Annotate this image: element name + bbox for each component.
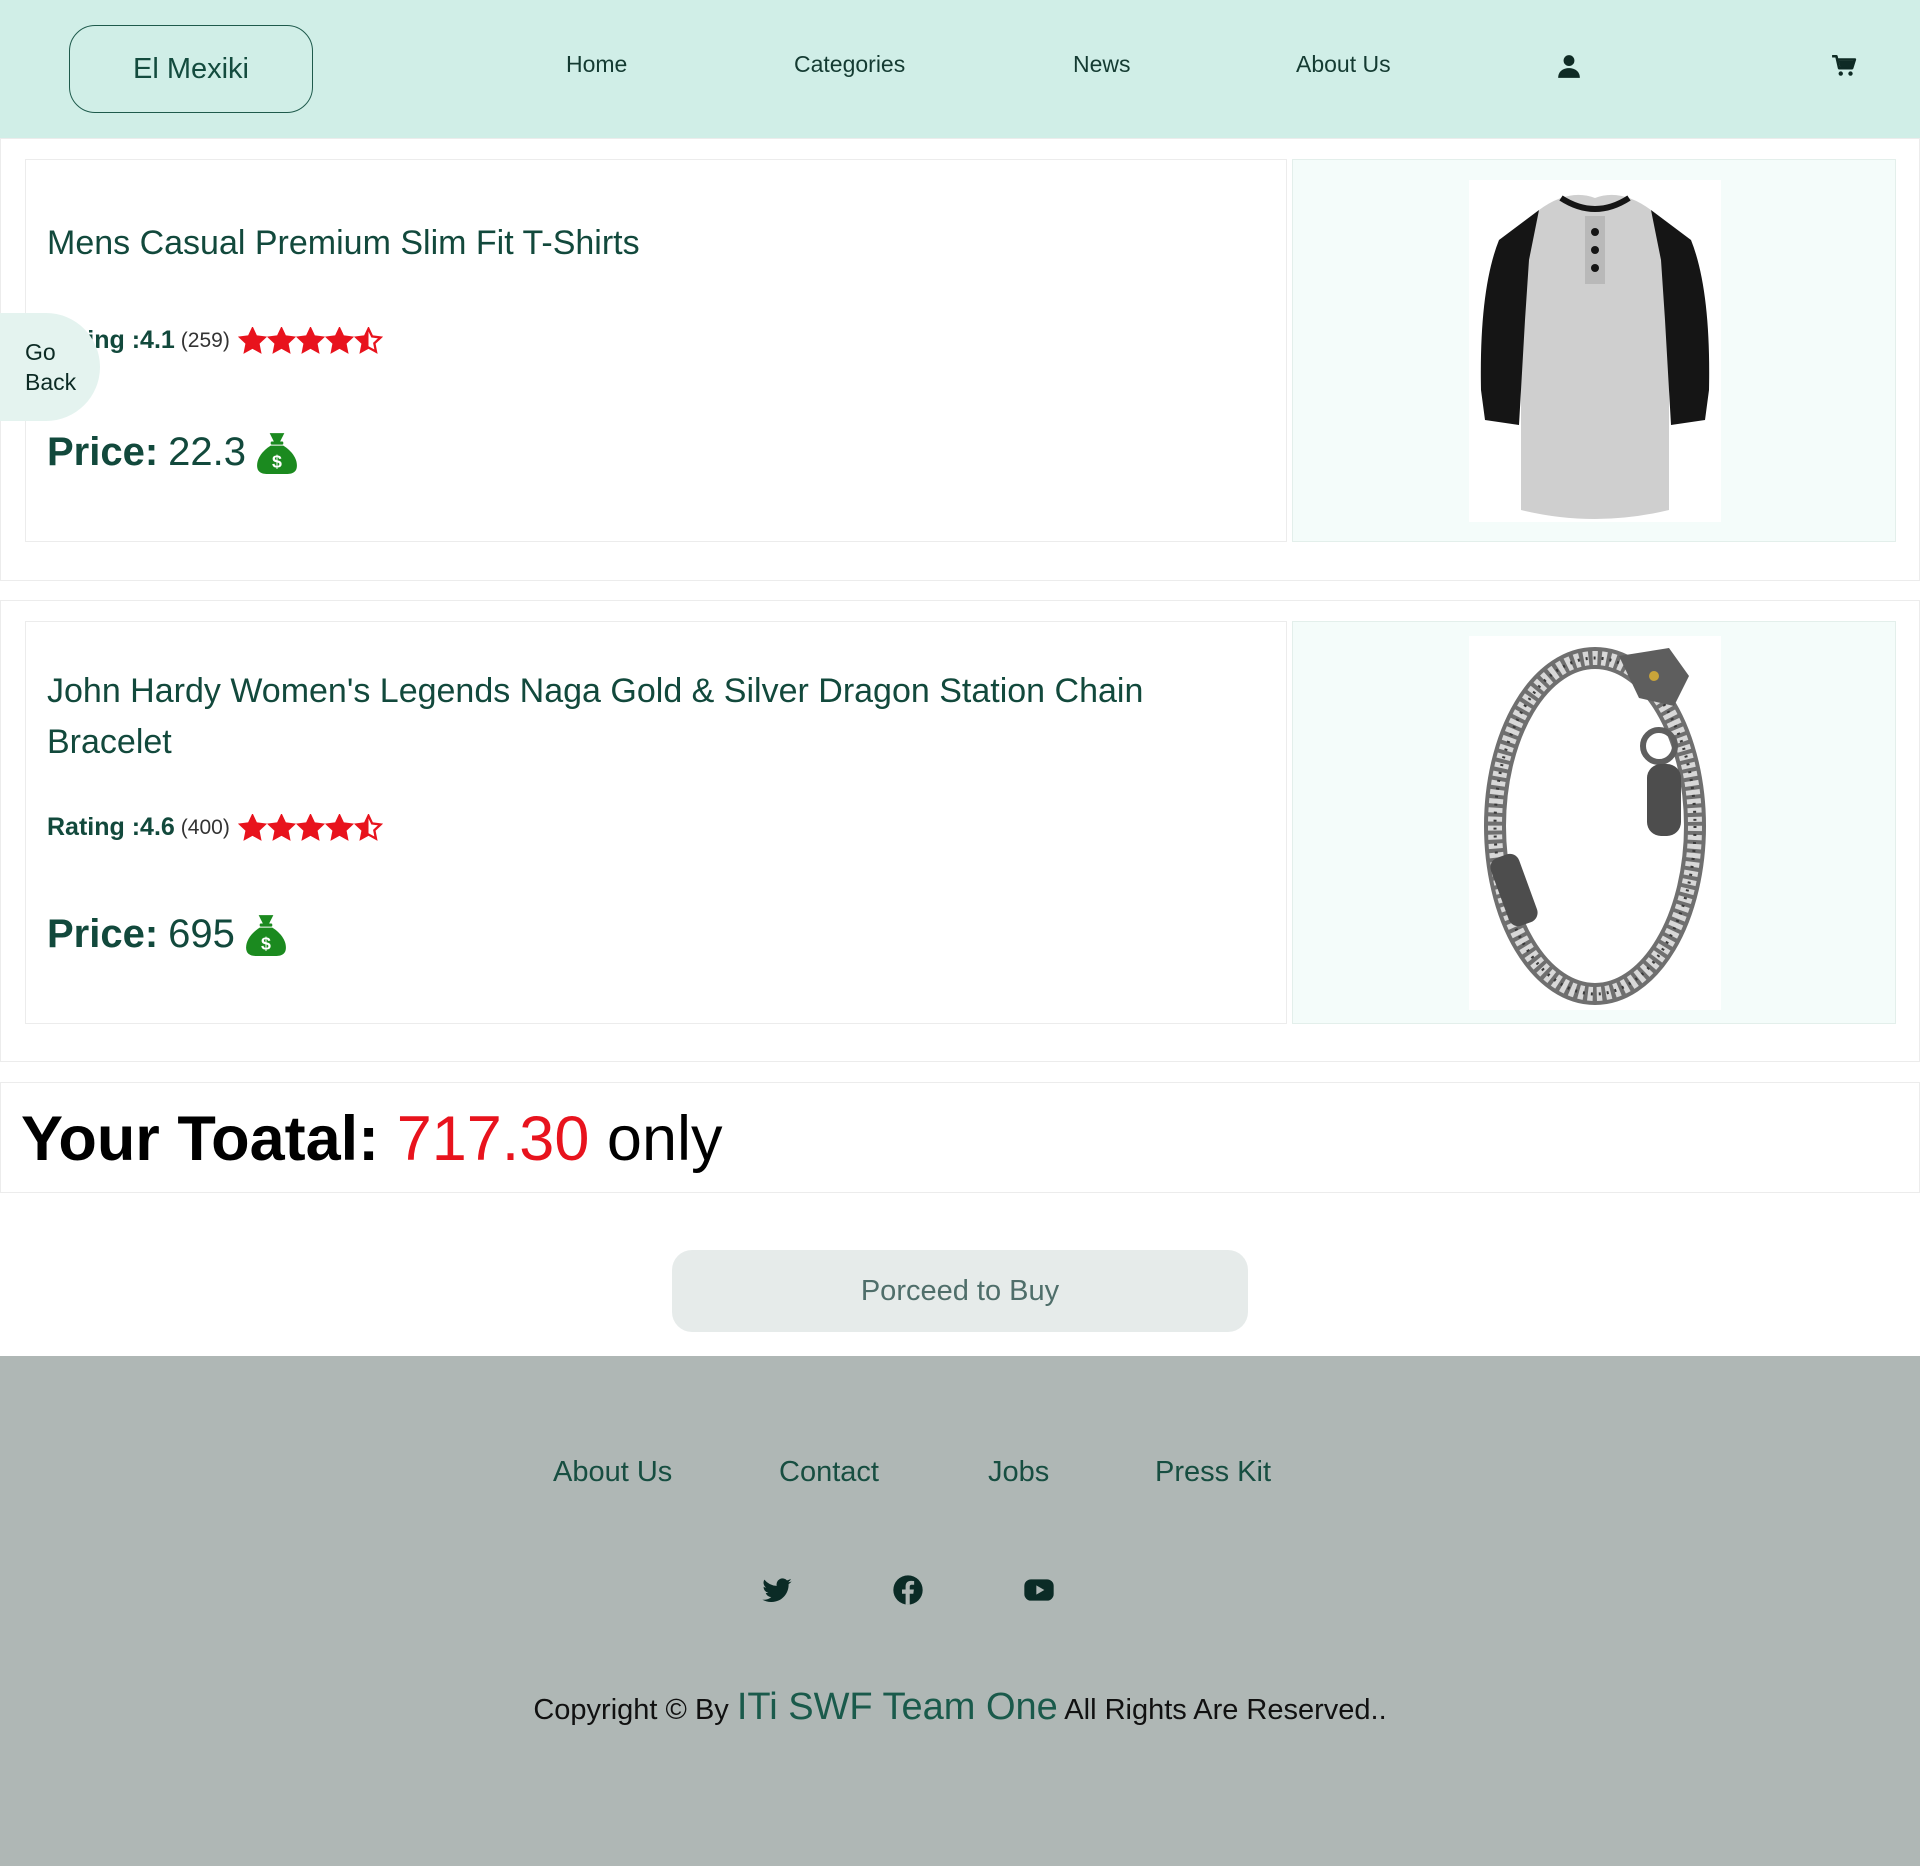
- footer-link-about-us[interactable]: About Us: [553, 1456, 672, 1489]
- cart-item: John Hardy Women's Legends Naga Gold & S…: [0, 600, 1920, 1062]
- price-label: Price:: [47, 430, 159, 474]
- rating-count: (400): [180, 815, 230, 839]
- star-full-icon: [295, 326, 325, 354]
- footer-link-press-kit[interactable]: Press Kit: [1155, 1456, 1271, 1489]
- star-full-icon: [295, 813, 325, 841]
- brand-logo[interactable]: El Mexiki: [69, 25, 313, 113]
- footer-link-contact[interactable]: Contact: [779, 1456, 879, 1489]
- money-bag-icon: $: [246, 914, 286, 956]
- twitter-icon[interactable]: [761, 1574, 793, 1606]
- total-text: Your Toatal: 717.30 only: [21, 1103, 722, 1175]
- product-price: Price: 695 $: [47, 912, 287, 957]
- cart-item: Mens Casual Premium Slim Fit T-Shirts Ra…: [0, 138, 1920, 581]
- product-title[interactable]: John Hardy Women's Legends Naga Gold & S…: [47, 666, 1247, 768]
- star-full-icon: [324, 813, 354, 841]
- nav-about-us[interactable]: About Us: [1296, 51, 1391, 78]
- facebook-icon[interactable]: [892, 1574, 924, 1606]
- copyright-prefix: Copyright © By: [533, 1694, 729, 1726]
- product-rating: Rating :4.6 (400): [47, 813, 383, 842]
- svg-text:$: $: [261, 933, 271, 953]
- star-full-icon: [237, 326, 267, 354]
- youtube-icon[interactable]: [1023, 1574, 1055, 1606]
- cart-icon[interactable]: [1831, 53, 1857, 79]
- site-footer: About Us Contact Jobs Press Kit Copyrigh…: [0, 1356, 1920, 1866]
- product-price: Price: 22.3 $: [47, 430, 298, 475]
- product-image-box: [1292, 159, 1896, 542]
- cart-item-info: Mens Casual Premium Slim Fit T-Shirts Ra…: [25, 159, 1287, 542]
- go-back-label-line2: Back: [25, 369, 77, 395]
- total-value: 717.30: [396, 1104, 590, 1174]
- total-label: Your Toatal:: [21, 1104, 380, 1174]
- rating-label: Rating :4.6: [47, 813, 175, 841]
- copyright-text: Copyright © By ITi SWF Team One All Righ…: [0, 1686, 1920, 1729]
- rating-stars: [237, 813, 383, 842]
- cart-total: Your Toatal: 717.30 only: [0, 1082, 1920, 1193]
- price-label: Price:: [47, 912, 159, 956]
- product-image-box: [1292, 621, 1896, 1024]
- price-value: 22.3: [168, 430, 247, 474]
- star-full-icon: [266, 813, 296, 841]
- cart-item-info: John Hardy Women's Legends Naga Gold & S…: [25, 621, 1287, 1024]
- tshirt-image[interactable]: [1469, 180, 1721, 522]
- site-header: El Mexiki Home Categories News About Us: [0, 0, 1920, 138]
- price-value: 695: [168, 912, 235, 956]
- nav-home[interactable]: Home: [566, 51, 627, 78]
- money-bag-icon: $: [257, 432, 297, 474]
- total-suffix: only: [606, 1104, 723, 1174]
- star-full-icon: [324, 326, 354, 354]
- star-full-icon: [237, 813, 267, 841]
- rating-count: (259): [180, 328, 230, 352]
- star-half-icon: [353, 813, 383, 841]
- proceed-to-buy-button[interactable]: Porceed to Buy: [672, 1250, 1248, 1332]
- team-name: ITi SWF Team One: [736, 1686, 1058, 1728]
- go-back-label-line1: Go: [25, 339, 56, 365]
- rating-stars: [237, 326, 383, 355]
- star-full-icon: [266, 326, 296, 354]
- product-title[interactable]: Mens Casual Premium Slim Fit T-Shirts: [47, 218, 1247, 269]
- star-half-icon: [353, 326, 383, 354]
- nav-categories[interactable]: Categories: [794, 51, 905, 78]
- copyright-suffix: All Rights Are Reserved..: [1064, 1694, 1387, 1726]
- nav-news[interactable]: News: [1073, 51, 1131, 78]
- bracelet-image[interactable]: [1469, 636, 1721, 1010]
- svg-text:$: $: [272, 451, 282, 471]
- user-icon[interactable]: [1556, 53, 1582, 79]
- footer-link-jobs[interactable]: Jobs: [988, 1456, 1049, 1489]
